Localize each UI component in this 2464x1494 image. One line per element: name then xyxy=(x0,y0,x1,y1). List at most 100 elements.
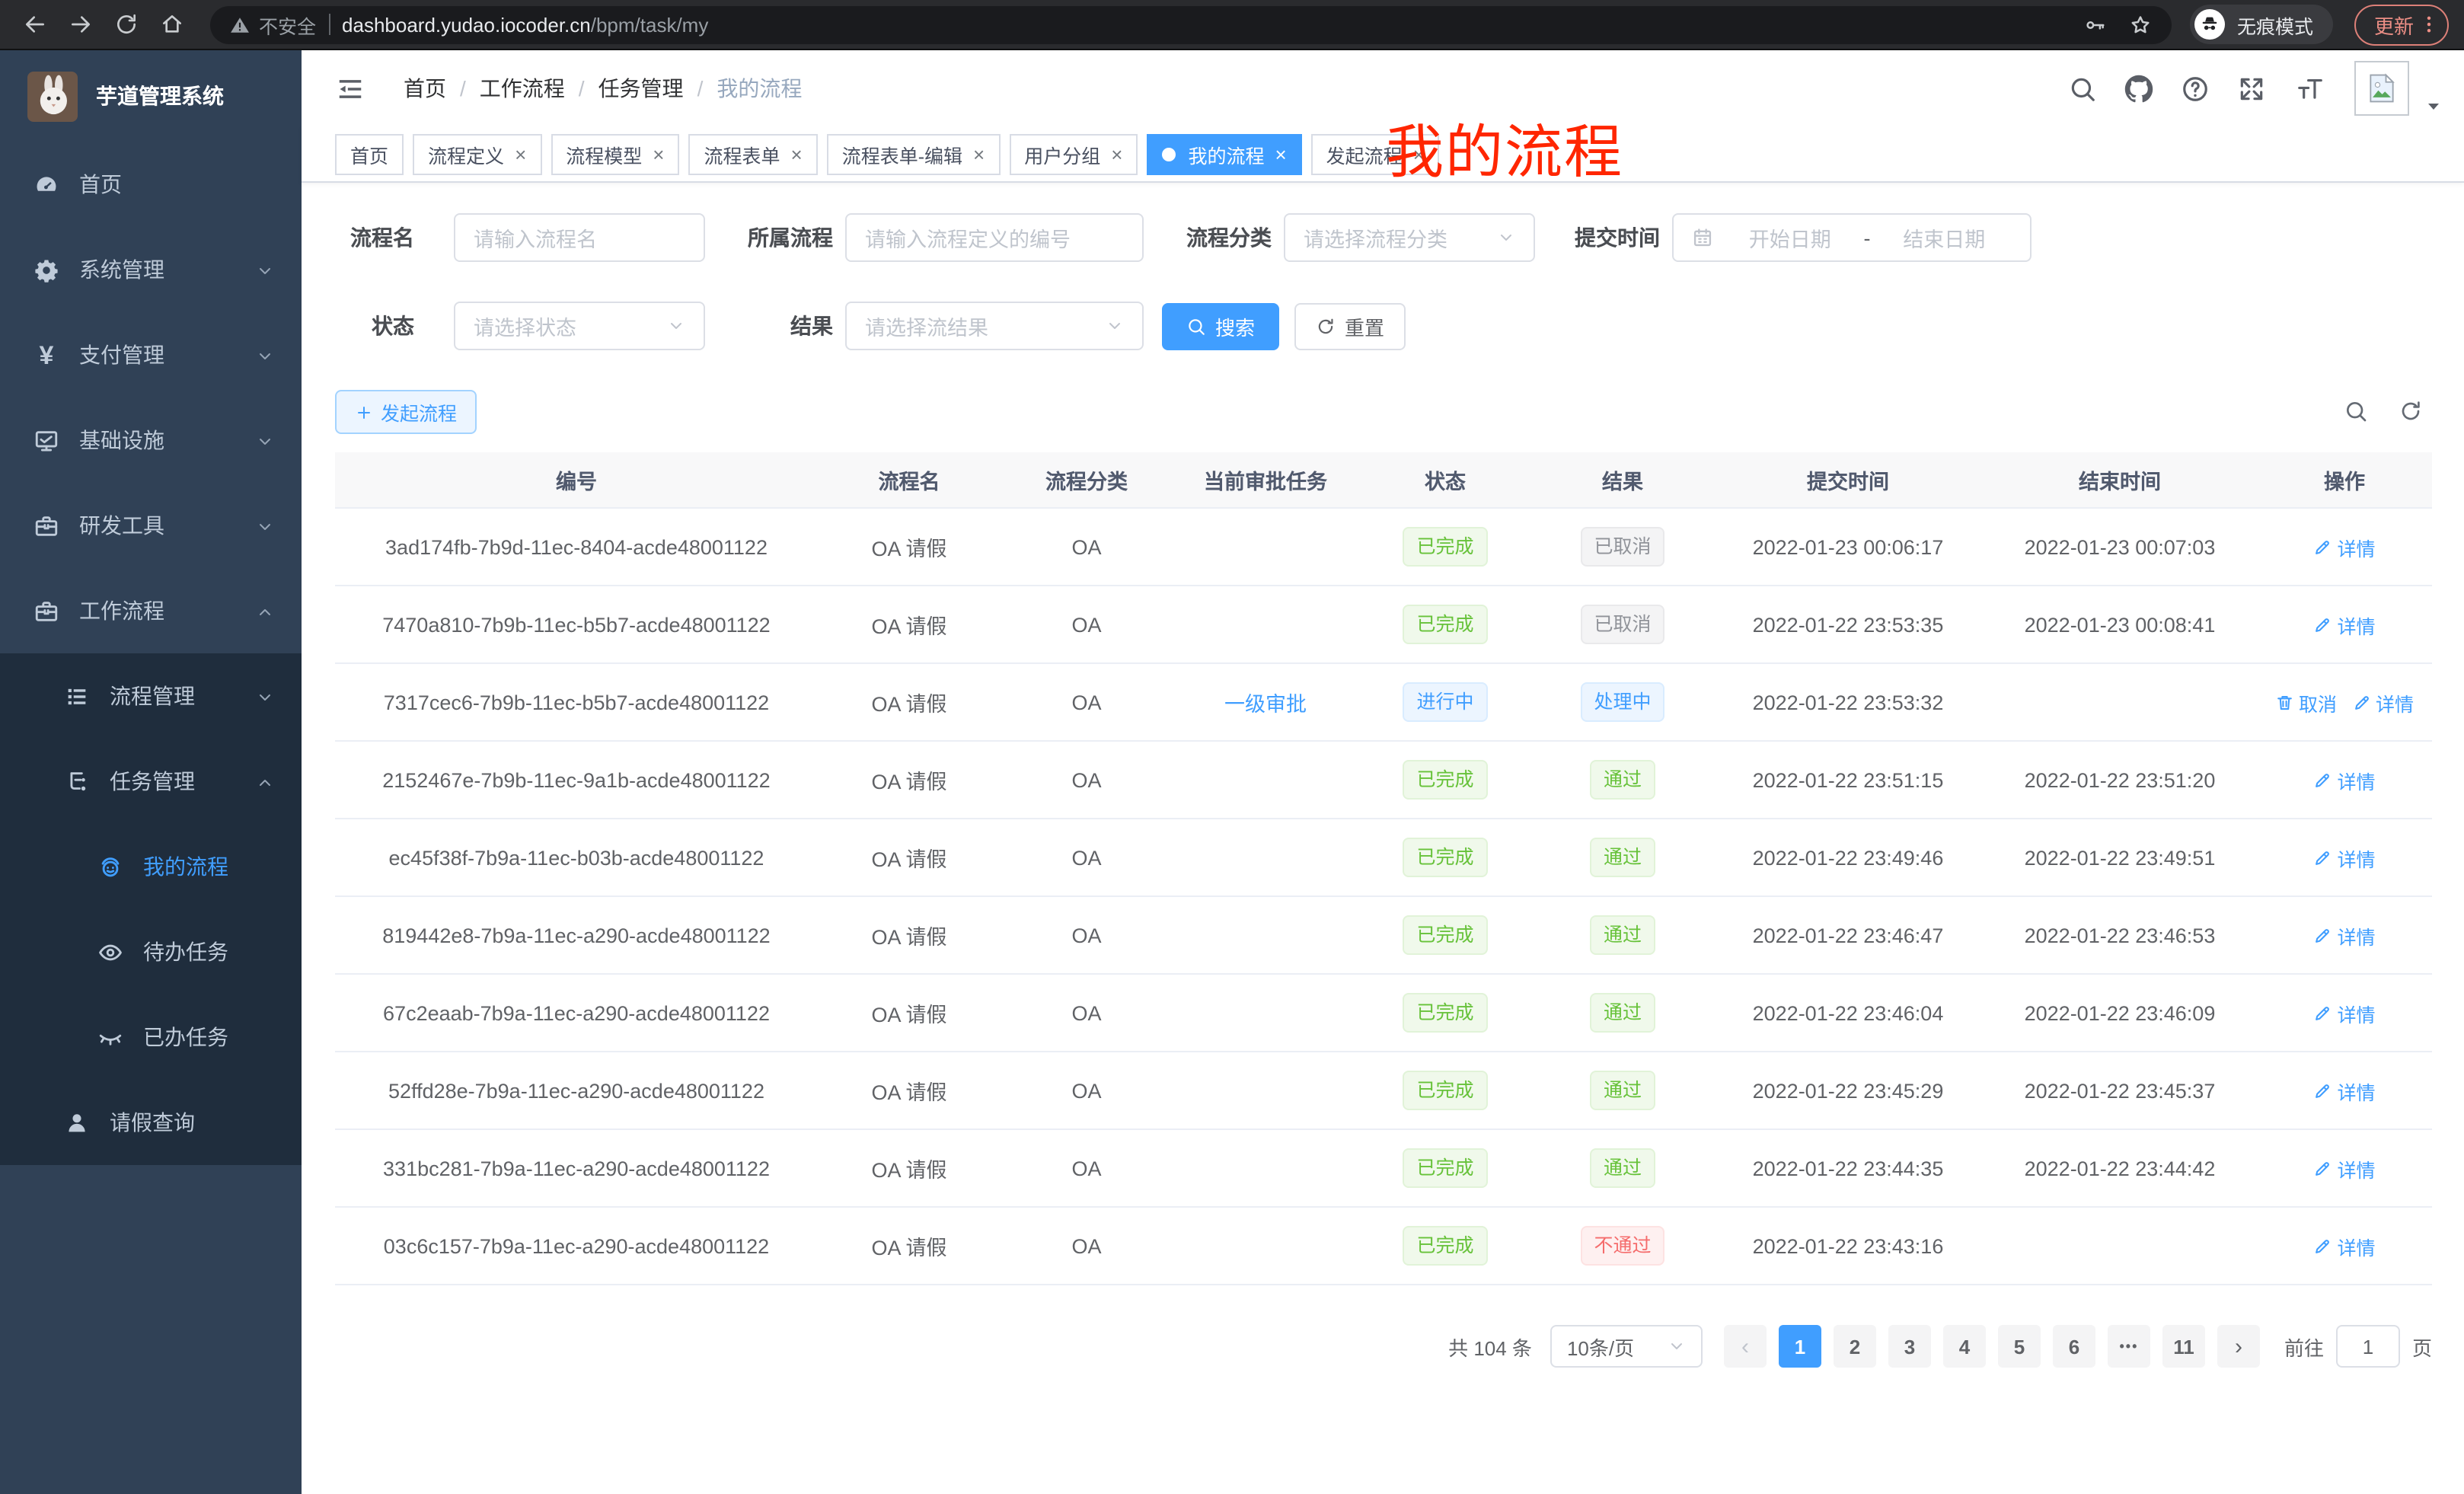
sidebar-item-任务管理[interactable]: 任务管理 xyxy=(0,739,302,824)
breadcrumb-item[interactable]: 任务管理 xyxy=(598,73,684,104)
page-button-11[interactable]: 11 xyxy=(2162,1325,2205,1368)
font-size-icon[interactable] xyxy=(2293,74,2327,103)
close-icon[interactable]: × xyxy=(1413,142,1425,165)
help-icon[interactable] xyxy=(2181,74,2210,103)
cell-text: OA 请假 xyxy=(871,998,946,1028)
detail-action-link[interactable]: 详情 xyxy=(2313,1076,2375,1105)
close-icon[interactable]: × xyxy=(1275,142,1286,165)
page-button-4[interactable]: 4 xyxy=(1943,1325,1986,1368)
sidebar-fold-icon[interactable] xyxy=(302,74,388,103)
page-number: 6 xyxy=(2069,1335,2079,1358)
address-bar[interactable]: 不安全 dashboard.yudao.iocoder.cn/bpm/task/… xyxy=(210,5,2172,43)
back-icon[interactable] xyxy=(15,5,55,44)
briefcase-icon xyxy=(34,598,59,624)
security-indicator[interactable]: 不安全 xyxy=(230,10,316,39)
cell-text: 2022-01-23 00:08:41 xyxy=(2025,613,2216,636)
sidebar-item-工作流程[interactable]: 工作流程 xyxy=(0,568,302,653)
breadcrumb-item[interactable]: 首页 xyxy=(404,73,446,104)
reload-icon[interactable] xyxy=(107,5,146,44)
update-button[interactable]: 更新 xyxy=(2354,4,2449,45)
status-select[interactable]: 请选择状态 xyxy=(454,302,705,350)
tab-流程表单-编辑[interactable]: 流程表单-编辑× xyxy=(827,133,1001,174)
tab-首页[interactable]: 首页 xyxy=(335,133,404,174)
page-size-select[interactable]: 10条/页 xyxy=(1550,1325,1703,1368)
jumper-prefix: 前往 xyxy=(2284,1332,2324,1361)
breadcrumb-item[interactable]: 工作流程 xyxy=(480,73,565,104)
toggle-search-icon[interactable] xyxy=(2344,399,2368,423)
search-button[interactable]: 搜索 xyxy=(1162,302,1279,350)
cell-current-task[interactable]: 一级审批 xyxy=(1173,687,1358,717)
sidebar-item-首页[interactable]: 首页 xyxy=(0,142,302,227)
close-icon[interactable]: × xyxy=(791,142,803,165)
detail-action-link[interactable]: 详情 xyxy=(2313,998,2375,1027)
sidebar-item-流程管理[interactable]: 流程管理 xyxy=(0,653,302,739)
reset-button[interactable]: 重置 xyxy=(1294,302,1406,350)
sidebar-item-待办任务[interactable]: 待办任务 xyxy=(0,909,302,994)
detail-action-link[interactable]: 详情 xyxy=(2313,1154,2375,1183)
start-process-button[interactable]: 发起流程 xyxy=(335,390,477,434)
task-link[interactable]: 一级审批 xyxy=(1224,687,1307,717)
tab-流程定义[interactable]: 流程定义× xyxy=(413,133,541,174)
tab-发起流程[interactable]: 发起流程× xyxy=(1311,133,1440,174)
fullscreen-icon[interactable] xyxy=(2237,74,2266,103)
owning-process-input[interactable]: 请输入流程定义的编号 xyxy=(845,213,1144,262)
category-select[interactable]: 请选择流程分类 xyxy=(1284,213,1535,262)
cancel-action-link[interactable]: 取消 xyxy=(2275,688,2337,717)
app-logo-row[interactable]: 芋道管理系统 xyxy=(0,50,302,142)
sidebar-item-研发工具[interactable]: 研发工具 xyxy=(0,483,302,568)
detail-action-link[interactable]: 详情 xyxy=(2313,765,2375,794)
page-button-5[interactable]: 5 xyxy=(1998,1325,2041,1368)
filter-label: 所属流程 xyxy=(745,222,833,253)
page-button-1[interactable]: 1 xyxy=(1779,1325,1821,1368)
detail-action-link[interactable]: 详情 xyxy=(2313,843,2375,872)
sidebar-item-支付管理[interactable]: ¥支付管理 xyxy=(0,312,302,397)
cell: 3ad174fb-7b9d-11ec-8404-acde48001122 xyxy=(335,535,818,558)
page-button-6[interactable]: 6 xyxy=(2053,1325,2095,1368)
tab-用户分组[interactable]: 用户分组× xyxy=(1009,133,1138,174)
forward-icon[interactable] xyxy=(61,5,101,44)
eye-icon xyxy=(97,939,123,965)
page-ellipsis[interactable]: ••• xyxy=(2108,1325,2150,1368)
cell-text: 2022-01-22 23:45:37 xyxy=(2025,1079,2216,1102)
home-icon[interactable] xyxy=(152,5,192,44)
status-badge: 进行中 xyxy=(1403,682,1487,723)
tab-流程模型[interactable]: 流程模型× xyxy=(551,133,679,174)
bookmark-star-icon[interactable] xyxy=(2129,13,2152,36)
detail-action-link[interactable]: 详情 xyxy=(2313,921,2375,950)
detail-action-link[interactable]: 详情 xyxy=(2313,1231,2375,1260)
detail-action-link[interactable]: 详情 xyxy=(2313,610,2375,639)
sidebar-item-label: 流程管理 xyxy=(110,681,195,711)
sidebar-item-已办任务[interactable]: 已办任务 xyxy=(0,994,302,1080)
chevron-down-icon[interactable] xyxy=(2424,96,2443,114)
sidebar-item-我的流程[interactable]: 我的流程 xyxy=(0,824,302,909)
refresh-table-icon[interactable] xyxy=(2399,399,2423,423)
close-icon[interactable]: × xyxy=(653,142,664,165)
tab-流程表单[interactable]: 流程表单× xyxy=(688,133,817,174)
close-icon[interactable]: × xyxy=(515,142,526,165)
close-icon[interactable]: × xyxy=(1111,142,1122,165)
cell-text: 2022-01-23 00:06:17 xyxy=(1753,535,1944,558)
next-page-button[interactable]: › xyxy=(2217,1325,2260,1368)
cell-status: 已完成 xyxy=(1358,915,1532,956)
prev-page-button[interactable]: ‹ xyxy=(1724,1325,1767,1368)
close-icon[interactable]: × xyxy=(973,142,985,165)
sidebar-item-系统管理[interactable]: 系统管理 xyxy=(0,227,302,312)
avatar[interactable] xyxy=(2354,61,2409,116)
cell: 2022-01-22 23:46:47 xyxy=(1713,924,1983,947)
tab-我的流程[interactable]: 我的流程× xyxy=(1147,133,1301,174)
detail-action-link[interactable]: 详情 xyxy=(2313,532,2375,561)
key-icon[interactable] xyxy=(2083,13,2106,36)
page-button-3[interactable]: 3 xyxy=(1888,1325,1931,1368)
sidebar-item-label: 请假查询 xyxy=(110,1107,195,1138)
date-range-picker[interactable]: 开始日期 - 结束日期 xyxy=(1672,213,2032,262)
sidebar-item-基础设施[interactable]: 基础设施 xyxy=(0,397,302,483)
process-name-input[interactable]: 请输入流程名 xyxy=(454,213,705,262)
detail-action-link[interactable]: 详情 xyxy=(2352,688,2414,717)
result-select[interactable]: 请选择流结果 xyxy=(845,302,1144,350)
jumper-input[interactable]: 1 xyxy=(2336,1325,2400,1368)
search-icon[interactable] xyxy=(2068,74,2097,103)
github-icon[interactable] xyxy=(2124,74,2153,103)
page-button-2[interactable]: 2 xyxy=(1834,1325,1876,1368)
sidebar-item-请假查询[interactable]: 请假查询 xyxy=(0,1080,302,1165)
browser-menu-icon[interactable] xyxy=(2418,14,2440,35)
